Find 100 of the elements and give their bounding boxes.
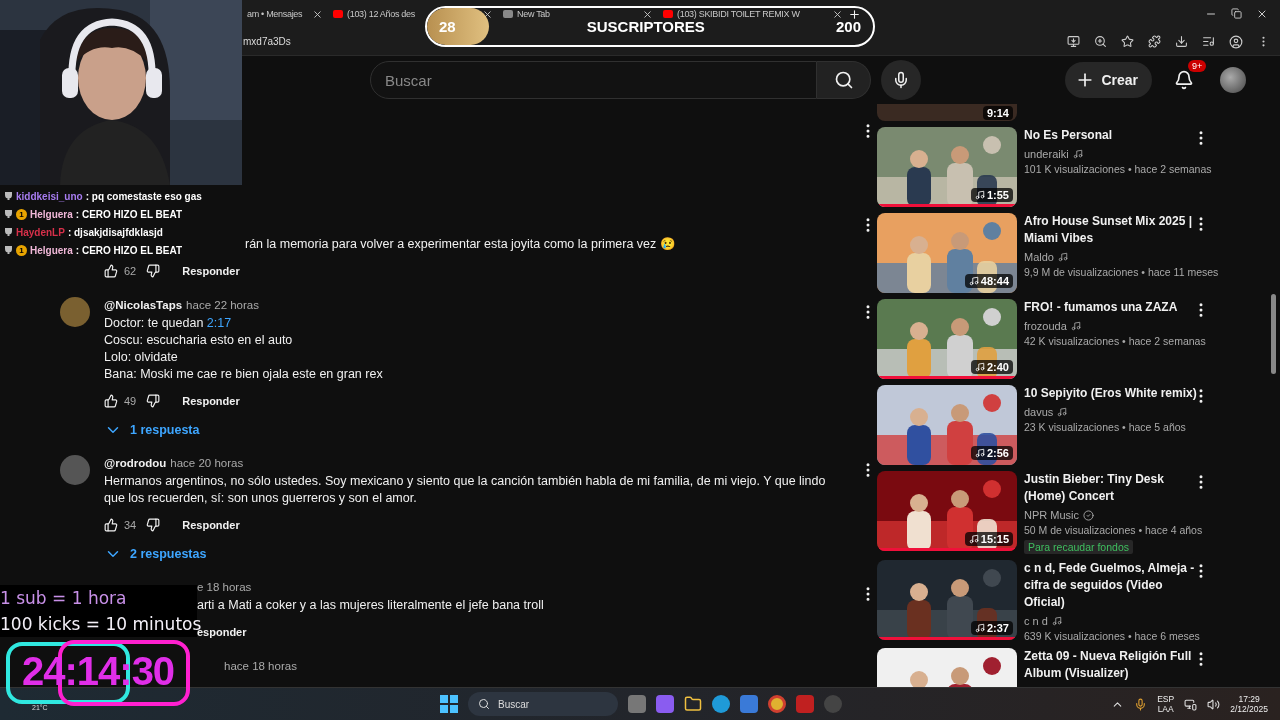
browser-tab[interactable]: New Tab	[517, 9, 550, 19]
bell-icon	[1174, 70, 1194, 90]
video-title[interactable]: Zetta 09 - Nueva Religión Full Album (Visualizer)	[1024, 648, 1198, 682]
close-icon[interactable]	[832, 8, 843, 20]
close-icon[interactable]	[642, 8, 653, 20]
user-avatar[interactable]	[60, 455, 90, 485]
fundraiser-badge: Para recaudar fondos	[1024, 540, 1133, 554]
replies-button[interactable]: 1 respuesta	[104, 417, 200, 443]
goal-current: 28	[438, 18, 457, 35]
search-field[interactable]: Buscar	[370, 61, 817, 99]
comment-time: hace 22 horas	[186, 299, 259, 311]
account-avatar[interactable]	[1220, 67, 1246, 93]
video-duration: 48:44	[964, 274, 1013, 288]
puzzle-icon[interactable]	[1148, 35, 1161, 48]
volume-icon[interactable]	[1207, 697, 1221, 711]
note-icon	[1051, 616, 1062, 626]
close-icon[interactable]	[1256, 8, 1268, 20]
browser-tab[interactable]: am • Mensajes	[247, 9, 303, 19]
notification-count: 9+	[1188, 60, 1207, 72]
comment-author[interactable]: @rodrodou	[104, 457, 167, 469]
chat-message: : pq comestaste eso gas	[85, 190, 202, 202]
like-count: 49	[124, 395, 137, 407]
video-duration: 2:37	[970, 621, 1013, 635]
note-icon	[974, 623, 985, 633]
microphone-button[interactable]	[881, 60, 921, 100]
dislike-button[interactable]	[146, 394, 161, 408]
like-button[interactable]	[104, 394, 118, 408]
trophy-icon	[4, 191, 13, 201]
language-code[interactable]: ESP	[1157, 694, 1175, 704]
note-icon	[1072, 149, 1083, 159]
network-icon[interactable]	[1184, 697, 1198, 711]
video-meta: 101 K visualizaciones • hace 2 semanas	[1024, 163, 1212, 175]
microphone-icon	[892, 71, 910, 89]
create-button[interactable]: Crear	[1065, 62, 1152, 98]
browser-tab[interactable]: (103) 12 Años des	[347, 9, 415, 19]
new-tab-icon[interactable]	[848, 7, 861, 21]
video-duration: 1:55	[970, 188, 1013, 202]
reply-button[interactable]: Responder	[182, 395, 240, 407]
channel-name[interactable]: NPR Music	[1024, 509, 1079, 521]
sub-badge: 1	[16, 244, 27, 256]
video-meta: 42 K visualizaciones • hace 2 semanas	[1024, 335, 1206, 347]
like-button[interactable]	[104, 264, 118, 278]
video-title[interactable]: Afro House Sunset Mix 2025 | Miami Vibes	[1024, 213, 1219, 247]
comment-text: Bana: Moski me cae re bien ojala este en gran rex	[104, 366, 384, 383]
scrollbar-thumb[interactable]	[1271, 294, 1276, 374]
windows-start-icon[interactable]	[440, 695, 458, 713]
video-duration: 2:56	[970, 446, 1013, 460]
thumbs-up-icon	[104, 518, 118, 532]
video-title[interactable]: c n d, Fede Guelmos, Almeja - cifra de seguidos (Video Oficial)	[1024, 560, 1200, 611]
channel-name[interactable]: underaiki	[1024, 148, 1069, 160]
clock-date[interactable]: 2/12/2025	[1230, 704, 1268, 714]
download-icon[interactable]	[1175, 35, 1188, 48]
like-button[interactable]	[104, 518, 118, 532]
channel-name[interactable]: davus	[1024, 406, 1054, 418]
note-icon	[974, 362, 985, 372]
video-thumbnail[interactable]: 9:14	[877, 104, 1017, 121]
channel-name[interactable]: frozouda	[1024, 320, 1067, 332]
video-title[interactable]: FRO! - fumamos una ZAZA	[1024, 299, 1206, 316]
comment-text: Hermanos argentinos, no sólo ustedes. Soy mexicano y siento que la canción también habla de mi familia, de mi viejo. Y que lindo que los recuerden, sí: son unos guerreros y son el amor.	[104, 473, 827, 507]
folder-icon[interactable]	[684, 695, 702, 713]
restore-icon[interactable]	[1231, 8, 1242, 19]
comment-time: hace 20 horas	[170, 457, 244, 469]
youtube-icon	[333, 10, 343, 18]
reply-button[interactable]: Responder	[182, 519, 240, 531]
video-title[interactable]: Justin Bieber: Tiny Desk (Home) Concert	[1024, 471, 1203, 505]
zoom-icon[interactable]	[1094, 35, 1107, 48]
chat-message: : djsakjdisajfdklasjd	[67, 226, 163, 238]
reply-button[interactable]: Responder	[182, 265, 240, 277]
search-icon	[833, 70, 854, 90]
timestamp-link[interactable]: 2:17	[206, 316, 232, 330]
comment-text: rán la memoria para volver a experimentar esta joyita como la primera vez 😢	[245, 236, 677, 253]
browser-tab[interactable]: (103) SKIBIDI TOILET REMIX W	[677, 9, 800, 19]
chat-username: Helguera	[30, 244, 73, 256]
clock-time[interactable]: 17:29	[1238, 694, 1260, 704]
user-avatar[interactable]	[60, 297, 90, 327]
replies-button[interactable]: 2 respuestas	[104, 541, 207, 567]
close-icon[interactable]	[312, 8, 323, 20]
star-icon[interactable]	[1121, 35, 1134, 48]
taskbar-search-field[interactable]: Buscar	[468, 692, 618, 716]
channel-name[interactable]: Maldo	[1024, 251, 1054, 263]
like-count: 62	[124, 265, 137, 277]
install-icon[interactable]	[1067, 35, 1080, 48]
thumbs-down-icon	[146, 264, 161, 278]
media-icon[interactable]	[1202, 35, 1215, 48]
search-button[interactable]	[817, 61, 871, 99]
channel-name[interactable]: c n d	[1024, 615, 1048, 627]
microphone-icon	[1134, 697, 1148, 711]
thumbs-down-icon	[146, 394, 161, 408]
note-icon	[974, 190, 985, 200]
keyboard-layout[interactable]: LAA	[1157, 704, 1174, 714]
chat-message: : CERO HIZO EL BEAT	[75, 244, 183, 256]
like-count: 34	[124, 519, 137, 531]
dislike-button[interactable]	[146, 518, 161, 532]
profile-icon[interactable]	[1229, 34, 1243, 49]
address-field[interactable]: mxd7a3Ds	[243, 36, 291, 47]
video-title[interactable]: No Es Personal	[1024, 127, 1212, 144]
dislike-button[interactable]	[146, 264, 161, 278]
comment-author[interactable]: @NicolasTaps	[104, 299, 183, 311]
video-title[interactable]: 10 Sepiyito (Eros White remix)	[1024, 385, 1198, 402]
chat-message: : CERO HIZO EL BEAT	[75, 208, 183, 220]
